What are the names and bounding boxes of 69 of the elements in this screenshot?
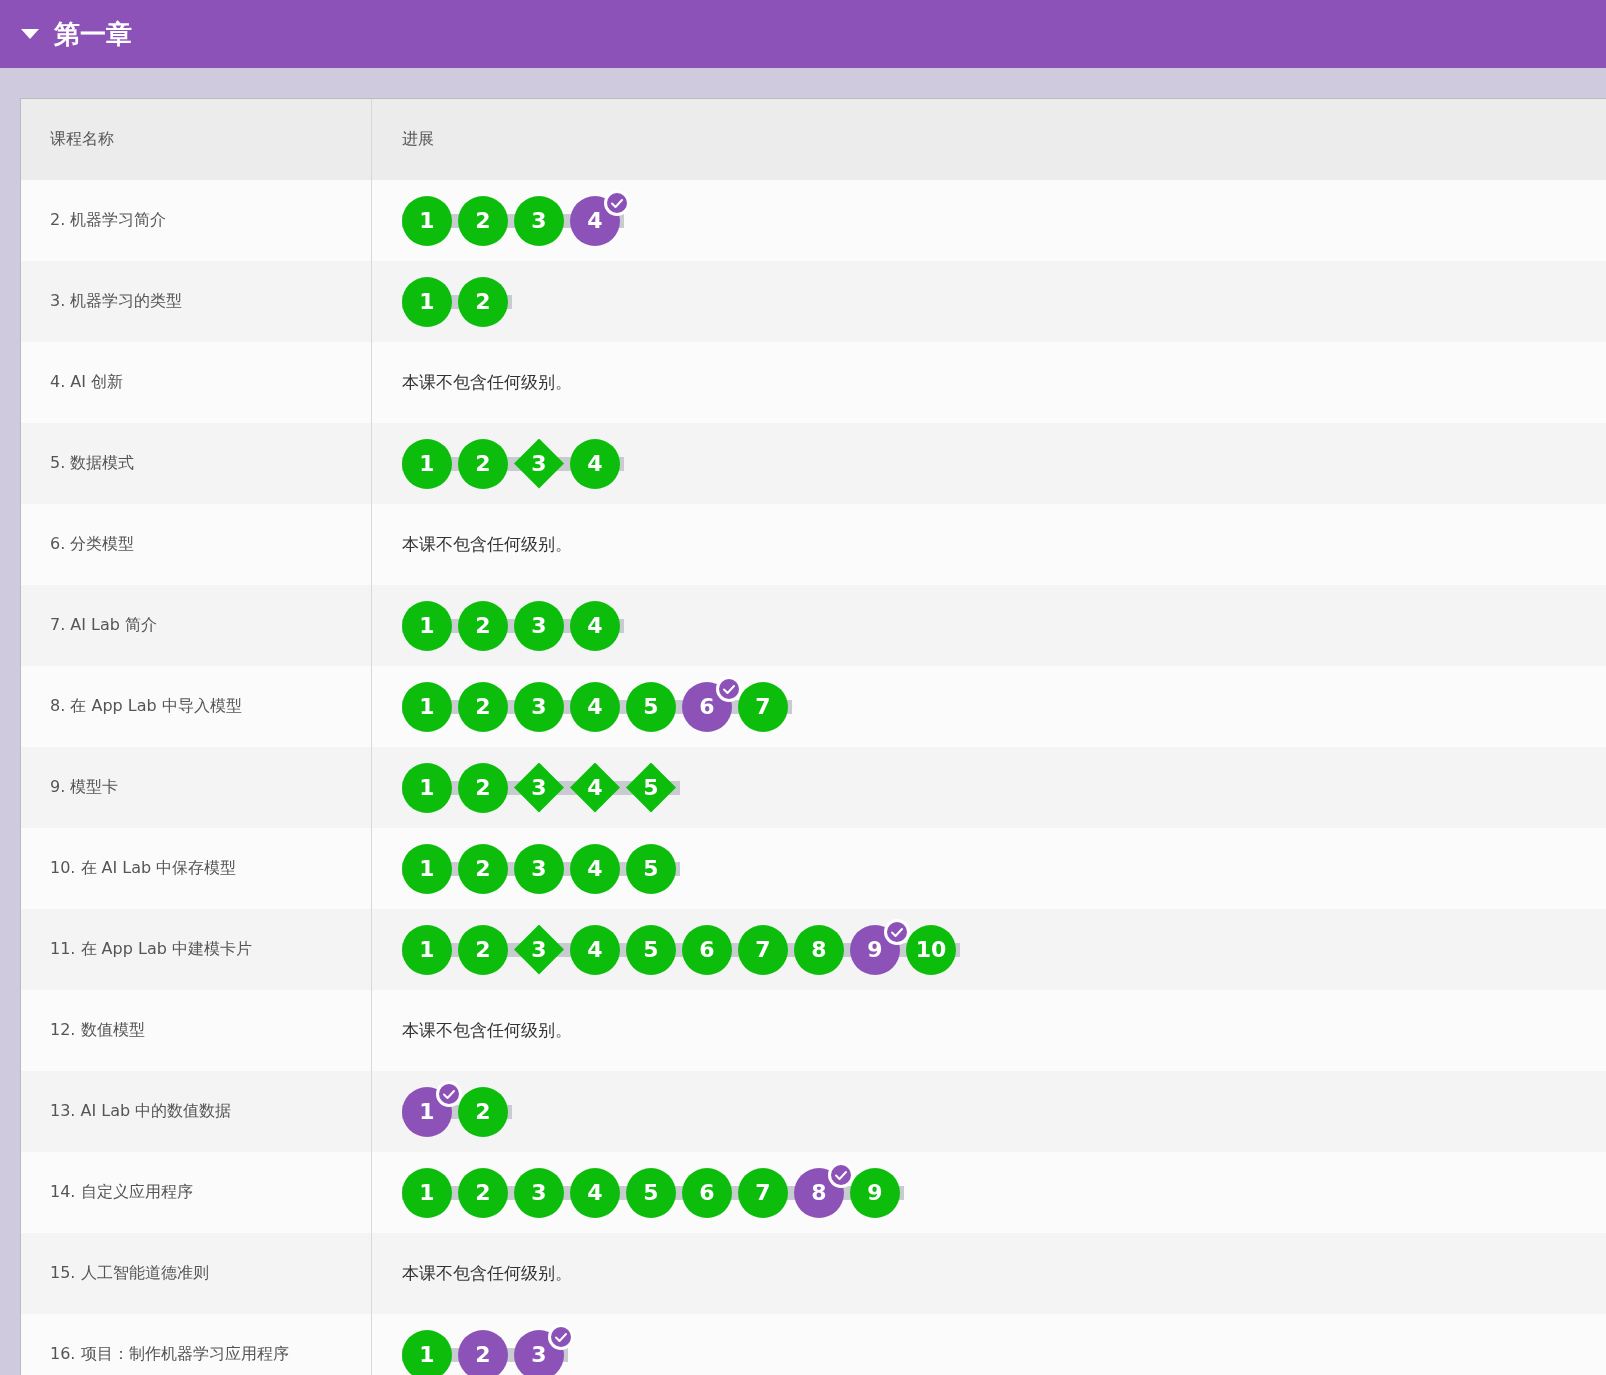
level-bubble[interactable]: 1 xyxy=(402,843,452,894)
level-bubble[interactable]: 5 xyxy=(626,681,676,732)
level-bubble[interactable]: 7 xyxy=(738,681,788,732)
checkmark-icon xyxy=(884,918,910,945)
lesson-name: 4. AI 创新 xyxy=(50,372,124,393)
lesson-name: 8. 在 App Lab 中导入模型 xyxy=(50,696,242,717)
level-bubble[interactable]: 1 xyxy=(402,195,452,246)
section-title: 第一章 xyxy=(54,17,132,51)
level-bubble[interactable]: 7 xyxy=(738,924,788,975)
lesson-name: 6. 分类模型 xyxy=(50,534,135,555)
lesson-name: 3. 机器学习的类型 xyxy=(50,291,183,312)
lesson-name: 12. 数值模型 xyxy=(50,1020,145,1041)
lesson-name: 5. 数据模式 xyxy=(50,453,135,474)
level-bubble[interactable]: 2 xyxy=(458,681,508,732)
checkmark-icon xyxy=(436,1080,462,1107)
lesson-name: 14. 自定义应用程序 xyxy=(50,1182,193,1203)
lesson-name: 9. 模型卡 xyxy=(50,777,119,798)
level-bubble[interactable]: 2 xyxy=(458,762,508,813)
level-bubble[interactable]: 1 xyxy=(402,276,452,327)
level-bubble[interactable]: 1 xyxy=(402,762,452,813)
level-bubble[interactable]: 2 xyxy=(458,195,508,246)
level-bubble[interactable]: 4 xyxy=(570,1167,620,1218)
level-bubble[interactable]: 1 xyxy=(402,1329,452,1375)
lesson-name: 11. 在 App Lab 中建模卡片 xyxy=(50,939,252,960)
level-bubble[interactable]: 3 xyxy=(514,195,564,246)
level-bubble[interactable]: 8 xyxy=(794,924,844,975)
level-bubble[interactable]: 3 xyxy=(514,681,564,732)
level-bubble[interactable]: 2 xyxy=(458,1329,508,1375)
level-bubble[interactable]: 3 xyxy=(514,843,564,894)
column-header: 进展 xyxy=(402,129,434,150)
level-bubble[interactable]: 2 xyxy=(458,600,508,651)
no-levels-message: 本课不包含任何级别。 xyxy=(402,1262,572,1285)
column-header-text: 课程名称 xyxy=(50,129,114,150)
level-bubble[interactable]: 1 xyxy=(402,600,452,651)
level-bubble[interactable]: 5 xyxy=(626,1167,676,1218)
no-levels-message: 本课不包含任何级别。 xyxy=(402,1019,572,1042)
level-bubble[interactable]: 10 xyxy=(906,924,956,975)
lesson-name: 15. 人工智能道德准则 xyxy=(50,1263,209,1284)
level-bubble[interactable]: 4 xyxy=(570,843,620,894)
lesson-name: 10. 在 AI Lab 中保存模型 xyxy=(50,858,237,879)
level-bubble[interactable]: 6 xyxy=(682,1167,732,1218)
level-bubble[interactable]: 5 xyxy=(626,924,676,975)
level-bubble[interactable]: 7 xyxy=(738,1167,788,1218)
level-bubble[interactable]: 3 xyxy=(514,600,564,651)
level-bubble[interactable]: 4 xyxy=(570,438,620,489)
level-bubble[interactable]: 1 xyxy=(402,438,452,489)
level-bubble[interactable]: 1 xyxy=(402,681,452,732)
level-bubble[interactable]: 2 xyxy=(458,1086,508,1137)
no-levels-message: 本课不包含任何级别。 xyxy=(402,533,572,556)
level-bubble[interactable]: 1 xyxy=(402,1167,452,1218)
lesson-name: 13. AI Lab 中的数值数据 xyxy=(50,1101,232,1122)
level-bubble[interactable]: 2 xyxy=(458,843,508,894)
level-bubble[interactable]: 1 xyxy=(402,924,452,975)
level-bubble[interactable]: 2 xyxy=(458,1167,508,1218)
level-bubble[interactable]: 6 xyxy=(682,924,732,975)
level-bubble[interactable]: 5 xyxy=(626,843,676,894)
level-bubble[interactable]: 9 xyxy=(850,1167,900,1218)
level-bubble[interactable]: 4 xyxy=(570,600,620,651)
lesson-name: 16. 项目：制作机器学习应用程序 xyxy=(50,1344,289,1365)
caret-down-icon[interactable] xyxy=(20,27,40,41)
level-bubble[interactable]: 4 xyxy=(570,681,620,732)
level-bubble[interactable]: 2 xyxy=(458,924,508,975)
lesson-name: 2. 机器学习简介 xyxy=(50,210,167,231)
level-bubble[interactable]: 2 xyxy=(458,276,508,327)
no-levels-message: 本课不包含任何级别。 xyxy=(402,371,572,394)
level-bubble[interactable]: 2 xyxy=(458,438,508,489)
level-bubble[interactable]: 4 xyxy=(570,924,620,975)
level-bubble[interactable]: 3 xyxy=(514,1167,564,1218)
lesson-name: 7. AI Lab 简介 xyxy=(50,615,158,636)
